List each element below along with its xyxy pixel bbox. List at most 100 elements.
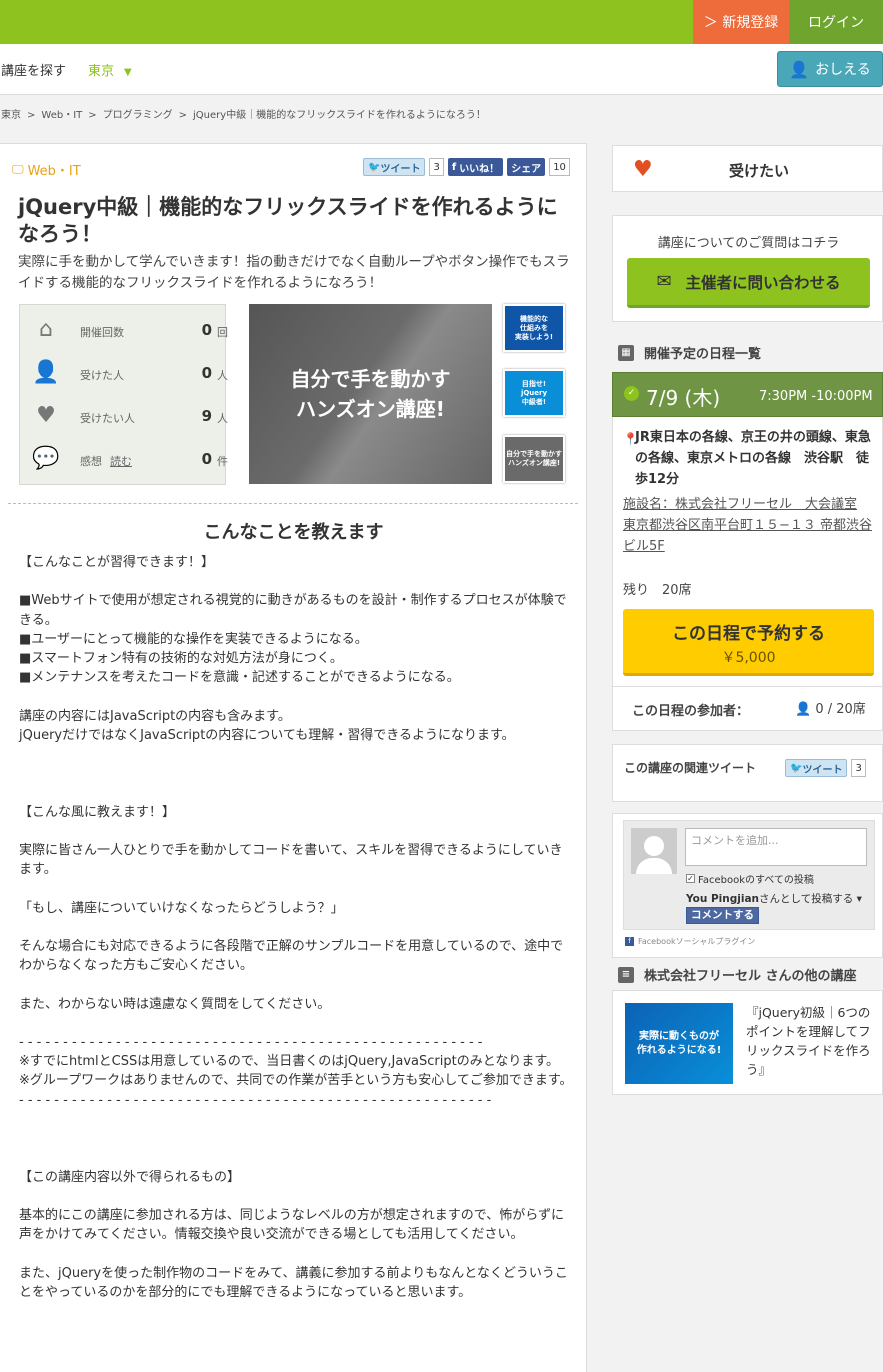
breadcrumb-item[interactable]: プログラミング [103, 110, 173, 121]
like-button[interactable]: f いいね！ [447, 158, 504, 176]
register-button[interactable]: ＞ 新規登録 [693, 0, 789, 44]
course-stats: ⌂ 開催回数 0 回 👤 受けた人 0 人 ♥ 受けたい人 9 人 💬 感想 読む… [19, 304, 228, 485]
thumbnail-1[interactable]: 機能的な 仕組みを 実装しよう! [503, 304, 565, 352]
stat-label-text: 感想 [80, 455, 102, 468]
reserve-button[interactable]: この日程で予約する ￥5,000 [623, 609, 874, 676]
sub-header: 講座を探す 東京 ▼ 👤 おしえる [0, 44, 883, 95]
course-lead: 実際に手を動かして学んでいきます！指の動きだけでなく自動ループやボタン操作でもス… [18, 254, 570, 291]
course-description-text: 【こんなことが習得できます！】 ■Webサイトで使用が想定される視覚的に動きがあ… [19, 555, 573, 1300]
tweet-count: 3 [429, 158, 444, 176]
stat-unit: 回 [217, 326, 228, 339]
like-label: いいね！ [459, 163, 500, 175]
stat-wanted: ♥ 受けたい人 9 人 [20, 395, 228, 437]
stat-attended: 👤 受けた人 0 人 [20, 352, 228, 394]
stat-unit: 人 [217, 412, 228, 425]
post-as-label: さんとして投稿する [759, 893, 854, 905]
stat-label: 受けた人 [80, 369, 124, 382]
breadcrumb-separator: > [178, 110, 188, 121]
stat-value: 0 [201, 450, 212, 468]
caret-down-icon[interactable]: ▾ [857, 893, 862, 905]
chevron-down-icon: ▼ [124, 67, 132, 78]
social-buttons: 🐦 ツイート 3 f いいね！ シェア 10 [363, 158, 570, 176]
related-tweets-box: この講座の関連ツイート 🐦 ツイート 3 [612, 744, 883, 802]
thumbnail-text: 自分で手を動かす ハンズオン講座! [506, 450, 562, 467]
reserve-label: この日程で予約する [672, 624, 825, 644]
tweet-button[interactable]: 🐦 ツイート [363, 158, 426, 176]
facebook-plugin-label[interactable]: f Facebookソーシャルプラグイン [625, 936, 755, 947]
teach-heading: こんなことを教えます [203, 522, 384, 543]
facebook-icon: f [451, 161, 457, 173]
person-icon: 👤 [32, 360, 60, 385]
fb-user-name[interactable]: You Pingjian [686, 893, 759, 905]
plugin-text: Facebookソーシャルプラグイン [638, 937, 756, 946]
stat-label: 感想 読む [80, 453, 132, 469]
contact-organizer-label: 主催者に問い合わせる [685, 273, 841, 292]
sidebar-tweet-button[interactable]: 🐦 ツイート [785, 759, 848, 777]
stat-unit: 件 [217, 455, 228, 468]
comment-input[interactable]: コメントを追加... [685, 828, 867, 866]
person-icon: 👤 [795, 702, 812, 717]
schedule-date[interactable]: ✓ 7/9 (木) 7:30PM -10:00PM [612, 372, 883, 417]
envelope-icon: ✉ [656, 271, 672, 292]
avatar [631, 828, 677, 874]
sidebar-tweet-count: 3 [851, 759, 866, 777]
contact-organizer-button[interactable]: ✉ 主催者に問い合わせる [627, 258, 870, 308]
venue-link[interactable]: 施設名：株式会社フリーセル 大会議室 東京都渋谷区南平台町１５−１３ 帝都渋谷ビ… [623, 494, 875, 557]
list-icon: ≡ [618, 966, 634, 983]
thumbnail-2[interactable]: 目指せ! jQuery 中級者! [503, 369, 565, 417]
participants-label: この日程の参加者： [632, 704, 750, 719]
participants-box: この日程の参加者： 👤 0 / 20席 [612, 686, 883, 731]
share-count: 10 [549, 158, 570, 176]
category-link[interactable]: 🖵 Web・IT [12, 160, 81, 179]
tweet-label: ツイート [380, 163, 421, 175]
sidebar-social: 🐦 ツイート 3 [785, 759, 866, 777]
participants-count: 👤 0 / 20席 [795, 698, 866, 717]
stat-value: 9 [201, 407, 212, 425]
stat-unit: 人 [217, 369, 228, 382]
other-course-image[interactable]: 実際に動くものが 作れるようになる! [625, 1003, 733, 1084]
breadcrumb-item[interactable]: Web・IT [41, 110, 82, 121]
course-main: 🖵 Web・IT 🐦 ツイート 3 f いいね！ シェア 10 jQuery中級｜機… [0, 143, 587, 1372]
top-bar: ＞ 新規登録 ログイン [0, 0, 883, 44]
teacher-icon: 👤 [789, 59, 810, 79]
course-main-image: 自分で手を動かす ハンズオン講座! [249, 304, 492, 484]
read-reviews-link[interactable]: 読む [110, 455, 132, 468]
checkbox-checked-icon: ✓ [686, 874, 695, 883]
share-button[interactable]: シェア [507, 158, 546, 176]
want-label: 受けたい [729, 162, 790, 180]
avatar-head [644, 836, 664, 856]
house-icon: ⌂ [39, 317, 53, 342]
course-title: jQuery中級｜機能的なフリックスライドを作れるようになろう！ [18, 195, 558, 246]
other-courses-heading: ≡ 株式会社フリーセル さんの他の講座 [618, 965, 857, 984]
login-button[interactable]: ログイン [789, 0, 883, 44]
related-tweets-label: この講座の関連ツイート [624, 761, 757, 775]
post-as: You Pingjianさんとして投稿する ▾ [686, 891, 862, 906]
region-selector[interactable]: 東京 ▼ [88, 60, 132, 79]
facebook-comments: コメントを追加... ✓ Facebookのすべての投稿 You Pingjian… [612, 813, 883, 958]
inquiry-text: 講座についてのご質問はコチラ [657, 236, 840, 251]
want-button[interactable]: ♥ 受けたい [612, 145, 883, 192]
teach-button[interactable]: 👤 おしえる [777, 51, 883, 87]
stat-label: 受けたい人 [80, 412, 135, 425]
check-icon: ✓ [624, 386, 639, 401]
calendar-icon: ▦ [618, 344, 634, 361]
other-course-title[interactable]: 『jQuery初級｜6つのポイントを理解してフリックスライドを作ろう』 [746, 1003, 878, 1079]
comment-submit-button[interactable]: コメントする [686, 907, 759, 924]
twitter-icon: 🐦 [368, 161, 381, 173]
date-label: 7/9 (木) [646, 386, 721, 410]
region-label: 東京 [88, 64, 115, 79]
facebook-icon: f [625, 937, 634, 946]
heart-icon: ♥ [633, 157, 653, 182]
other-course-image-text: 実際に動くものが 作れるようになる! [636, 1030, 722, 1056]
breadcrumb-item[interactable]: 東京 [1, 110, 21, 121]
thumbnail-text: 目指せ! jQuery 中級者! [520, 379, 548, 406]
stat-value: 0 [201, 364, 212, 382]
thumbnail-3[interactable]: 自分で手を動かす ハンズオン講座! [503, 435, 565, 483]
stat-label: 開催回数 [80, 326, 124, 339]
other-course-item[interactable]: 実際に動くものが 作れるようになる! 『jQuery初級｜6つのポイントを理解し… [612, 990, 883, 1095]
schedule-heading: ▦ 開催予定の日程一覧 [618, 343, 761, 362]
post-to-facebook-checkbox[interactable]: ✓ Facebookのすべての投稿 [686, 871, 814, 886]
speech-bubble-icon: 💬 [32, 446, 60, 471]
access-info: 📍 JR東日本の各線、京王の井の頭線、東急の各線、東京メトロの各線 渋谷駅 徒歩… [623, 427, 875, 490]
main-image-text: 自分で手を動かす ハンズオン講座! [290, 367, 451, 421]
